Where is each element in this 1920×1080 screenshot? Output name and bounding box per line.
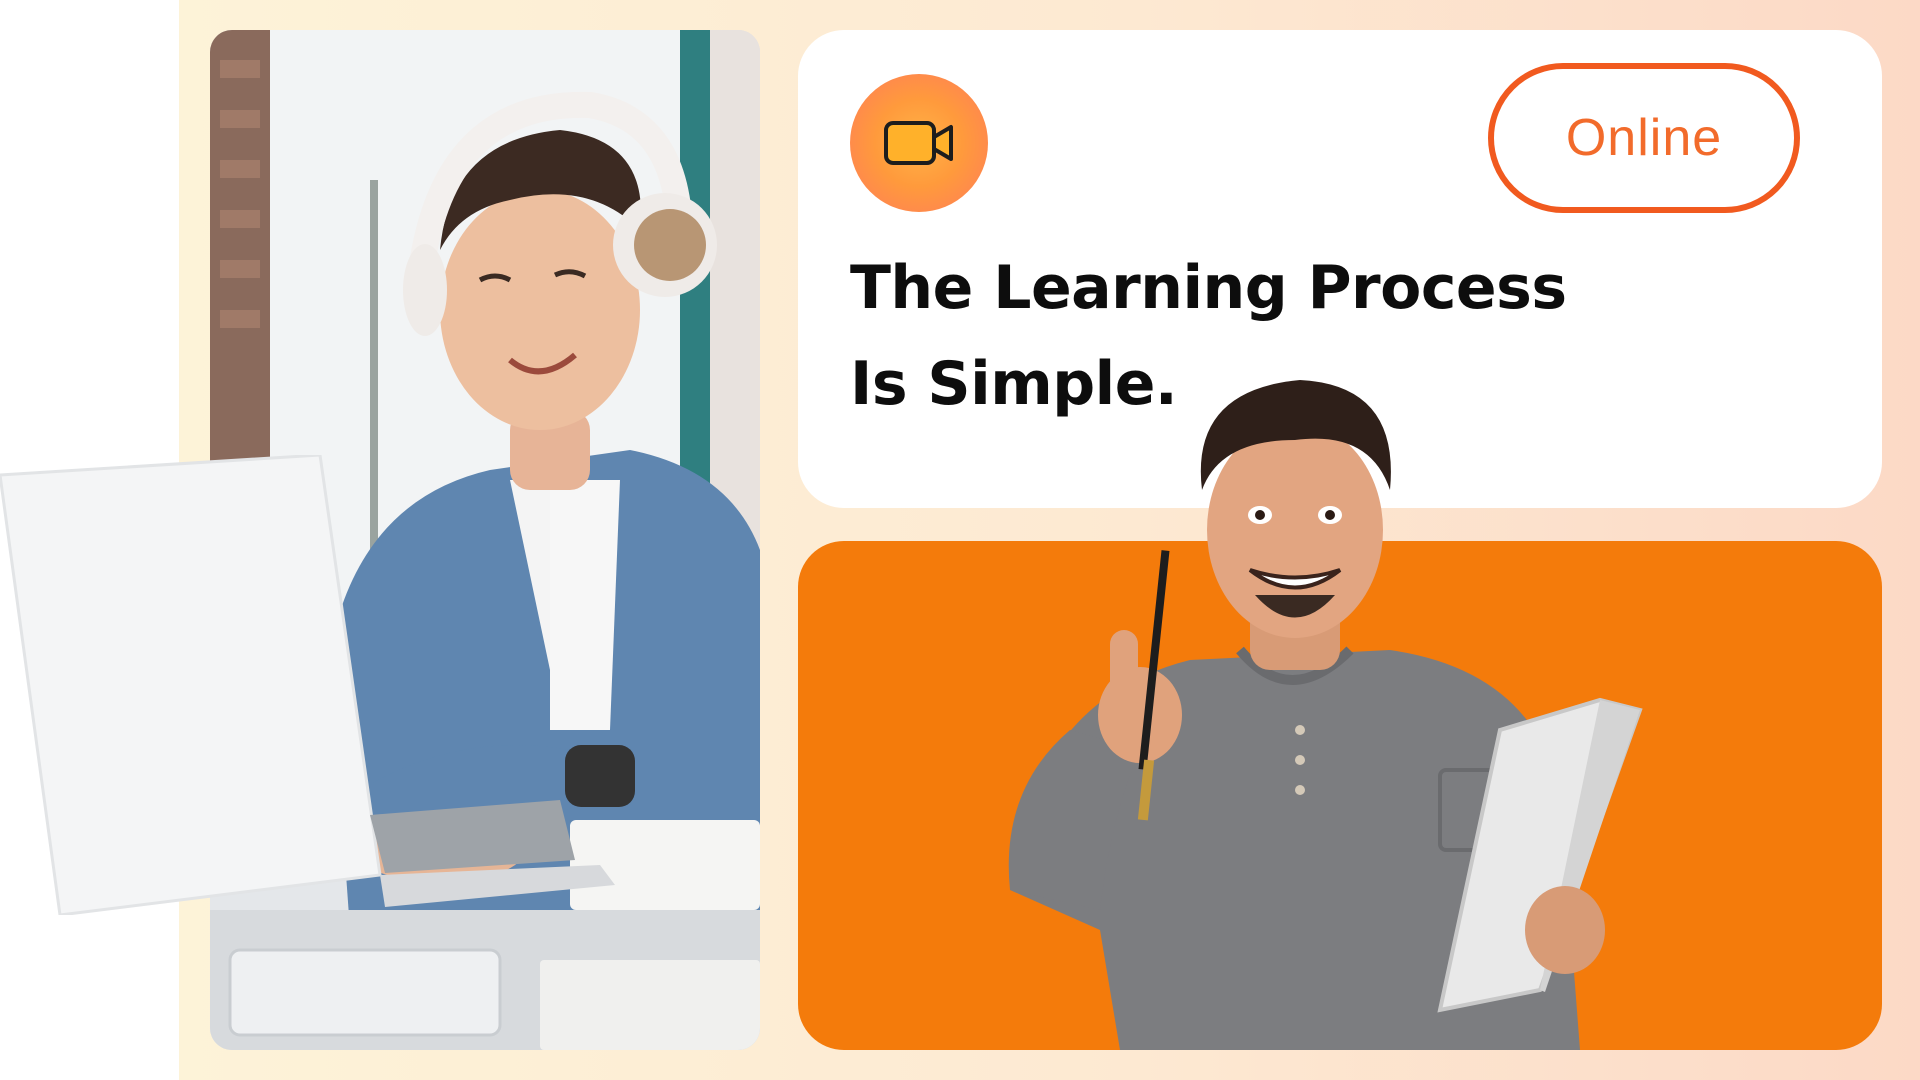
headline-line-1: The Learning Process (850, 253, 1567, 323)
video-badge (850, 74, 988, 212)
promo-banner: Online The Learning Process Is Simple. (0, 0, 1920, 1080)
online-status-button[interactable]: Online (1488, 63, 1800, 213)
laptop-illustration (0, 455, 615, 915)
video-camera-icon (884, 121, 953, 165)
artist-thumbs-up-photo (1008, 380, 1643, 1050)
